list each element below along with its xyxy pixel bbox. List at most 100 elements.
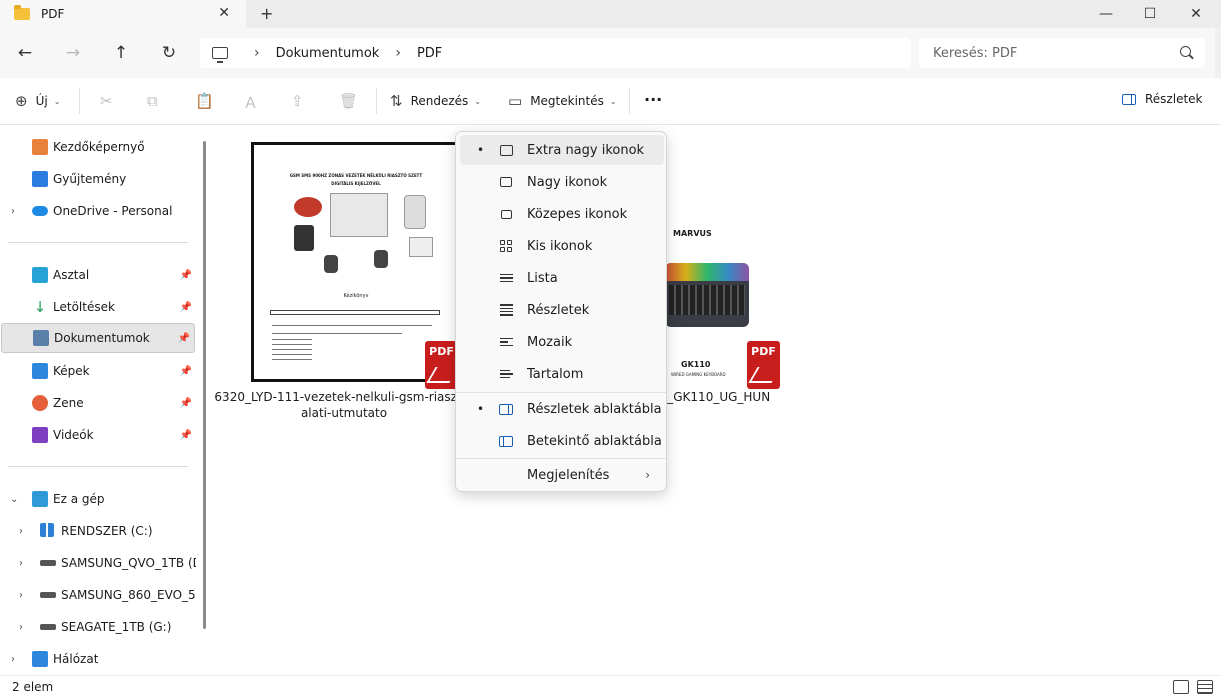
pin-icon[interactable]: 📌 [178,333,190,344]
keyboard-led [665,263,749,281]
pin-icon[interactable]: 📌 [180,430,192,441]
menu-item-tiles[interactable]: Mozaik [460,327,664,357]
expand-chevron-icon[interactable]: › [11,654,15,665]
siren-image [294,197,322,217]
window-close-button[interactable]: ✕ [1173,0,1219,28]
doc-line [272,333,402,334]
collapse-chevron-icon[interactable]: ⌄ [10,494,18,505]
keyboard-thumbnail [665,263,749,327]
sidebar-item-network[interactable]: › Hálózat [0,644,196,674]
documents-icon [33,330,49,346]
sidebar-item-videos[interactable]: Videók 📌 [0,420,196,450]
sidebar-item-this-pc[interactable]: ⌄ Ez a gép [0,484,196,514]
rename-button[interactable]: Ａ [243,92,266,113]
sort-button[interactable]: ⇅ Rendezés ⌄ [390,92,481,110]
sidebar-item-gallery[interactable]: Gyűjtemény [0,164,196,194]
new-tab-button[interactable]: + [260,4,273,23]
more-options-button[interactable]: ··· [644,90,662,109]
breadcrumb-dokumentumok[interactable]: Dokumentumok [276,46,380,61]
expand-chevron-icon[interactable]: › [11,206,15,217]
sidebar-item-downloads[interactable]: ↓ Letöltések 📌 [0,292,196,322]
brand-text: MARVUS [673,229,712,238]
minimize-button[interactable]: — [1083,0,1129,28]
tab-close-icon[interactable]: ✕ [218,5,230,21]
doc-line [272,354,312,355]
breadcrumb-pdf[interactable]: PDF [417,46,442,61]
sidebar-item-drive-d[interactable]: › SAMSUNG_QVO_1TB (D:) [0,548,196,578]
sidebar-divider [8,242,188,243]
door-sensor-image [409,237,433,257]
remote-image [324,255,338,273]
doc-line [272,349,312,350]
sidebar-item-music[interactable]: Zene 📌 [0,388,196,418]
chevron-down-icon: ⌄ [474,96,482,106]
expand-chevron-icon[interactable]: › [19,526,23,537]
address-bar[interactable]: › Dokumentumok › PDF [200,38,911,68]
trash-icon: 🗑 [339,92,359,110]
forward-button[interactable]: → [61,41,85,65]
refresh-button[interactable]: ↻ [157,41,181,65]
up-button[interactable]: ↑ [109,41,133,65]
menu-item-large-icons[interactable]: Nagy ikonok [460,167,664,197]
sidebar-item-label: OneDrive - Personal [53,204,173,218]
menu-item-medium-icons[interactable]: Közepes ikonok [460,199,664,229]
copy-button[interactable]: ⧉ [147,92,166,110]
sidebar-item-onedrive[interactable]: › OneDrive - Personal [0,196,196,226]
sidebar-item-desktop[interactable]: Asztal 📌 [0,260,196,290]
new-button[interactable]: ⊕ Új ⌄ [15,92,60,110]
pin-icon[interactable]: 📌 [180,270,192,281]
chevron-down-icon: ⌄ [53,96,61,106]
file-item-alarm-manual[interactable]: GSM SMS 900HZ ZÓNÁS VEZETÉK NÉLKÜLI RIAS… [213,125,474,425]
chevron-right-icon: › [645,468,650,482]
pin-icon[interactable]: 📌 [180,366,192,377]
menu-item-show[interactable]: Megjelenítés › [460,460,664,490]
sidebar-item-label: SEAGATE_1TB (G:) [61,620,172,634]
expand-chevron-icon[interactable]: › [19,590,23,601]
sidebar-item-drive-e[interactable]: › SAMSUNG_860_EVO_500G [0,580,196,610]
menu-item-content[interactable]: Tartalom [460,359,664,389]
list-view-toggle-icon[interactable] [1197,680,1213,694]
back-button[interactable]: ← [13,41,37,65]
details-view-toggle-icon[interactable] [1173,680,1189,694]
menu-item-small-icons[interactable]: Kis ikonok [460,231,664,261]
menu-item-label: Megjelenítés [527,467,610,483]
sidebar-item-drive-c[interactable]: › RENDSZER (C:) [0,516,196,546]
tab-pdf[interactable]: PDF ✕ [0,0,246,28]
expand-chevron-icon[interactable]: › [19,558,23,569]
brand-label: MARVUS [673,229,712,238]
sort-icon: ⇅ [390,92,403,110]
sidebar-item-documents[interactable]: Dokumentumok 📌 [1,323,195,353]
adapter-image [294,225,314,251]
menu-item-details-pane[interactable]: • Részletek ablaktábla [460,394,664,424]
menu-item-list[interactable]: Lista [460,263,664,293]
details-pane-button[interactable]: Részletek [1122,92,1203,106]
paste-button[interactable]: 📋 [195,92,222,110]
pin-icon[interactable]: 📌 [180,302,192,313]
share-button[interactable]: ⇪ [291,92,312,110]
sidebar-item-drive-g[interactable]: › SEAGATE_1TB (G:) [0,612,196,642]
menu-item-preview-pane[interactable]: Betekintő ablaktábla [460,426,664,456]
sidebar-item-label: RENDSZER (C:) [61,524,153,538]
menu-item-extra-large-icons[interactable]: • Extra nagy ikonok [460,135,664,165]
status-bar: 2 elem [0,675,1221,699]
computer-icon [32,491,48,507]
sidebar-item-label: SAMSUNG_QVO_1TB (D:) [61,556,196,570]
music-icon [32,395,48,411]
maximize-button[interactable]: ☐ [1127,0,1173,28]
sidebar-item-pictures[interactable]: Képek 📌 [0,356,196,386]
extra-large-icons-icon [499,144,513,156]
sidebar-item-label: Hálózat [53,652,99,666]
sidebar-item-home[interactable]: Kezdőképernyő [0,132,196,162]
details-label: Részletek [1145,92,1203,106]
view-button[interactable]: ▭ Megtekintés ⌄ [508,92,617,110]
search-input[interactable]: Keresés: PDF [919,38,1205,68]
sidebar-scrollbar[interactable] [203,141,206,629]
cut-button[interactable]: ✂ [100,92,121,110]
sensor-image [404,195,426,229]
pin-icon[interactable]: 📌 [180,398,192,409]
menu-item-label: Mozaik [527,334,573,350]
delete-button[interactable]: 🗑 [339,92,366,110]
chevron-down-icon: ⌄ [609,96,617,106]
expand-chevron-icon[interactable]: › [19,622,23,633]
menu-item-details[interactable]: Részletek [460,295,664,325]
